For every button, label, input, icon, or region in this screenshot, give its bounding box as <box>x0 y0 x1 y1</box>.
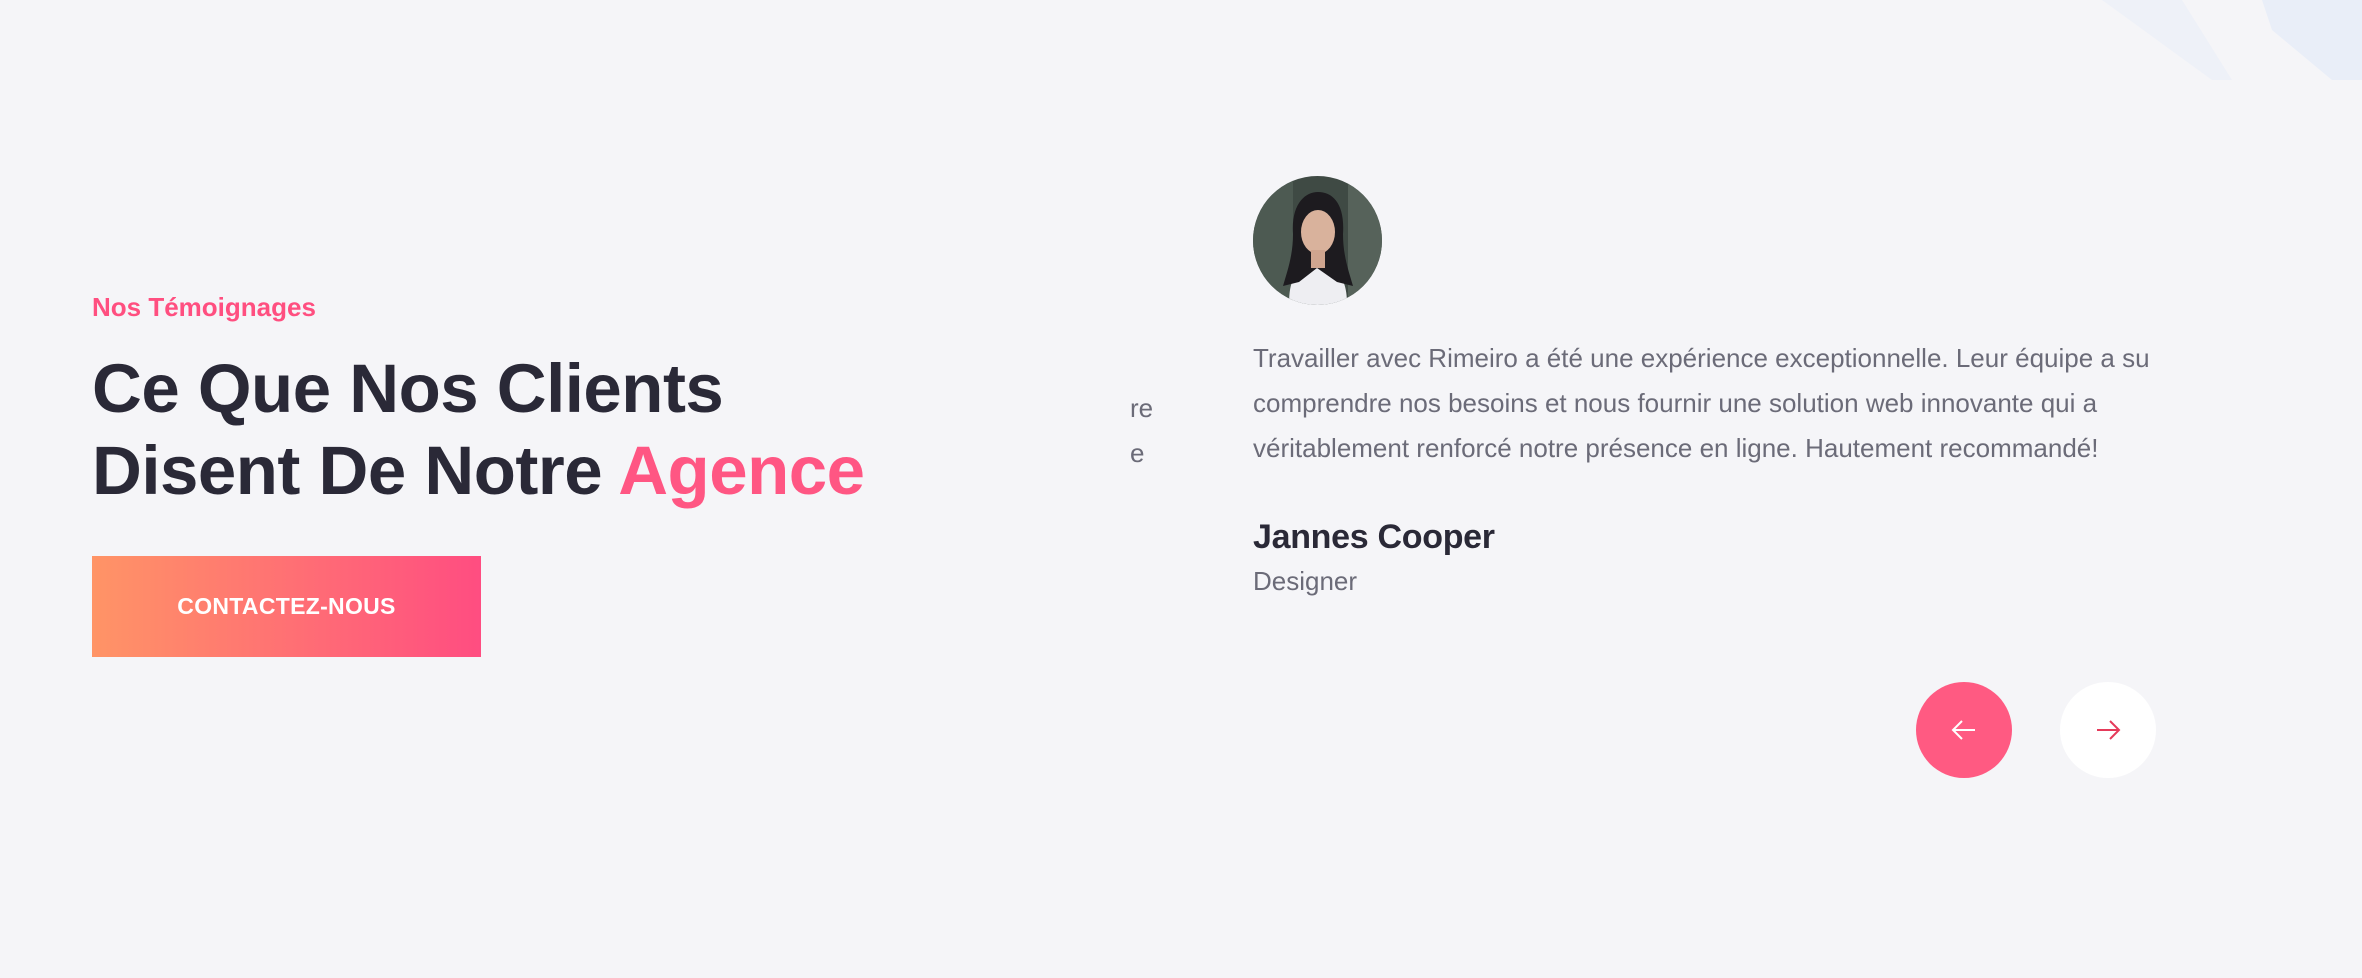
contact-button[interactable]: CONTACTEZ-NOUS <box>92 556 481 657</box>
carousel-next-button[interactable] <box>2060 682 2156 778</box>
testimonial-quote: Travailler avec Rimeiro a été une expéri… <box>1253 343 2150 463</box>
previous-slide-fragment: e <box>1130 438 1145 468</box>
arrow-right-icon <box>2097 720 2121 740</box>
heading-accent-word: Agence <box>618 432 865 509</box>
previous-slide-edge: re e <box>1130 386 1170 476</box>
arrow-left-icon <box>1951 720 1975 740</box>
heading-line-2: Disent De Notre Agence <box>92 430 865 512</box>
decorative-background-shape <box>2102 0 2362 80</box>
carousel-prev-button[interactable] <box>1916 682 2012 778</box>
heading-line-2-text: Disent De Notre <box>92 432 619 509</box>
testimonial-avatar <box>1253 176 1382 305</box>
testimonial-author-name: Jannes Cooper <box>1253 518 1495 556</box>
section-heading: Ce Que Nos Clients Disent De Notre Agenc… <box>92 348 865 512</box>
previous-slide-fragment: re <box>1130 393 1154 423</box>
testimonial-author-role: Designer <box>1253 566 1358 596</box>
heading-line-1: Ce Que Nos Clients <box>92 350 724 427</box>
section-subtitle: Nos Témoignages <box>92 292 316 322</box>
